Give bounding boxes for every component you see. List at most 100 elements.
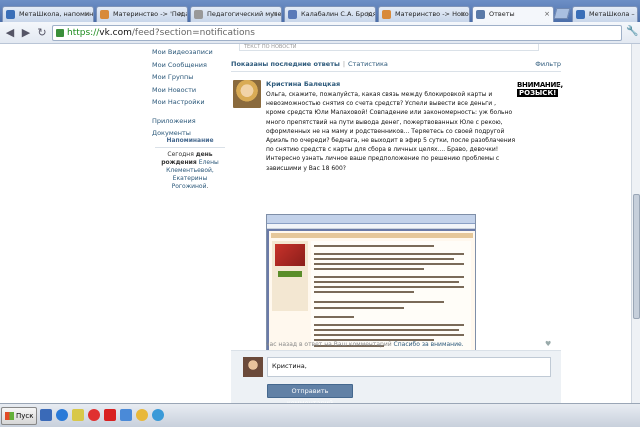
my-avatar [243,357,263,377]
filter-separator: | [342,60,346,68]
start-button[interactable]: Пуск [1,407,37,425]
skype-icon[interactable] [152,409,164,421]
tab-title: МетаШкола, напомина [19,10,94,18]
tab-title: Педагогический музей [207,10,282,18]
url-scheme: https:// [67,28,100,38]
close-tab-icon[interactable]: × [366,7,372,21]
sidebar-item-groups[interactable]: Мои Группы [152,71,228,84]
browser-tab-active[interactable]: Ответы × [472,6,554,22]
birthday-reminder: Напоминание Сегодня день рождения Елены К… [155,137,225,191]
ad-line-2: РОЗЫСК! [517,89,559,97]
like-heart-icon[interactable]: ♥ [545,341,553,348]
tab-title: Калабалин С.А. Бродя [301,10,376,18]
reminder-period: . [206,183,209,190]
wrench-menu-icon[interactable]: 🔧 [626,26,638,37]
statistics-link[interactable]: Статистика [348,60,388,68]
reminder-heading: Напоминание [155,137,225,148]
windows-taskbar: Пуск [0,403,640,427]
shown-replies-tab[interactable]: Показаны последние ответы [231,60,340,68]
close-tab-icon[interactable]: × [84,7,90,21]
chrome-icon[interactable] [136,409,148,421]
screenshot-text-line [314,286,464,288]
reminder-text: Сегодня день рождения Елены Клементьевой,… [155,151,225,191]
filter-link[interactable]: Фильтр [535,58,561,70]
sidebar-item-news[interactable]: Мои Новости [152,84,228,97]
close-tab-icon[interactable]: × [178,7,184,21]
left-menu: Мои Видеозаписи Мои Сообщения Мои Группы… [152,46,228,140]
screenshot-text-line [314,324,464,326]
author-avatar[interactable] [233,80,261,108]
word-icon[interactable] [120,409,132,421]
start-label: Пуск [16,412,34,420]
screenshot-user-badge [278,271,302,277]
screenshot-text-line [314,307,404,309]
browser-tab-1[interactable]: МетаШкола, напомина × [2,6,94,22]
site-favicon-icon [288,10,297,19]
post-text: Ольга, скажите, пожалуйста, какая связь … [266,91,516,172]
site-favicon-icon [100,10,109,19]
new-tab-button[interactable] [553,8,571,19]
url-host: vk.com [99,28,132,38]
send-comment-button[interactable]: Отправить комментарий [267,384,353,403]
screenshot-text-line [314,258,454,260]
screenshot-text-line [314,301,444,303]
close-tab-icon[interactable]: × [272,7,278,21]
screenshot-text-line [314,263,464,265]
windows-logo-icon [5,412,14,420]
show-desktop-icon[interactable] [40,409,52,421]
screenshot-text-line [314,291,414,293]
page-viewport: Мои Видеозаписи Мои Сообщения Мои Группы… [0,44,640,403]
back-arrow-icon[interactable]: ◀ [2,25,18,41]
forward-arrow-icon[interactable]: ▶ [18,25,34,41]
browser-tab-5[interactable]: Материнство -> Новог × [378,6,470,22]
reminder-prefix: Сегодня [167,151,196,158]
folder-icon[interactable] [72,409,84,421]
reminder-day: день [195,151,213,158]
sidebar-item-messages[interactable]: Мои Сообщения [152,59,228,72]
sidebar-item-videos[interactable]: Мои Видеозаписи [152,46,228,59]
browser-tab-3[interactable]: Педагогический музей × [190,6,282,22]
reload-icon[interactable]: ↻ [34,25,50,41]
original-comment-link[interactable]: Спасибо за внимание. [394,341,464,348]
ad-line-1: ВНИМАНИЕ, [517,81,563,89]
lock-icon [56,29,64,37]
screenshot-text-line [314,281,459,283]
site-favicon-icon [476,10,485,19]
browser-tab-7[interactable]: МетаШкола – тесты п [572,6,638,22]
site-favicon-icon [194,10,203,19]
tab-title: Материнство -> Новог [395,10,470,18]
browser-tab-4[interactable]: Калабалин С.А. Бродя × [284,6,376,22]
close-ad-icon[interactable]: × [555,81,561,89]
screenshot-text-line [314,253,464,255]
ie-icon[interactable] [56,409,68,421]
yandex-icon[interactable] [104,409,116,421]
browser-tab-2[interactable]: Материнство -> 'Педа × [96,6,188,22]
screenshot-text-line [314,245,434,247]
post-author[interactable]: Кристина Балецкая [266,80,340,88]
close-tab-icon[interactable]: × [460,7,466,21]
attached-screenshot-image[interactable] [266,214,476,372]
reminder-birthday: рождения [161,159,199,166]
tab-title: Материнство -> 'Педа [113,10,188,18]
browser-toolbar: ◀ ▶ ↻ https://vk.com/feed?section=notifi… [0,22,640,44]
system-tray [546,409,636,423]
post-meta: час назад в ответ на Ваш комментарий Спа… [266,341,464,348]
feed-filter-bar: Показаны последние ответы | Статистика Фил… [231,58,561,72]
screenshot-tabbar [267,215,475,224]
wanted-ad-block[interactable]: ВНИМАНИЕ, РОЗЫСК! × [517,81,563,105]
screenshot-addressbar [267,224,475,229]
previous-post-fragment: ТЕКСТ ПО НОВОСТИ [239,44,539,51]
scrollbar-thumb[interactable] [633,194,640,319]
screenshot-text-line [314,329,459,331]
sidebar-item-settings[interactable]: Мои Настройки [152,96,228,109]
reply-form: Кристина, Отправить комментарий [231,350,561,403]
post-time[interactable]: час назад в ответ на Ваш комментарий [266,341,394,348]
opera-icon[interactable] [88,409,100,421]
address-bar[interactable]: https://vk.com/feed?section=notification… [52,25,622,41]
screenshot-user-picture [275,244,305,266]
page-scrollbar[interactable] [631,44,640,403]
close-tab-icon[interactable]: × [544,7,550,21]
reply-input[interactable]: Кристина, [267,357,551,377]
screenshot-text-line [314,316,354,318]
sidebar-item-apps[interactable]: Приложения [152,115,228,128]
